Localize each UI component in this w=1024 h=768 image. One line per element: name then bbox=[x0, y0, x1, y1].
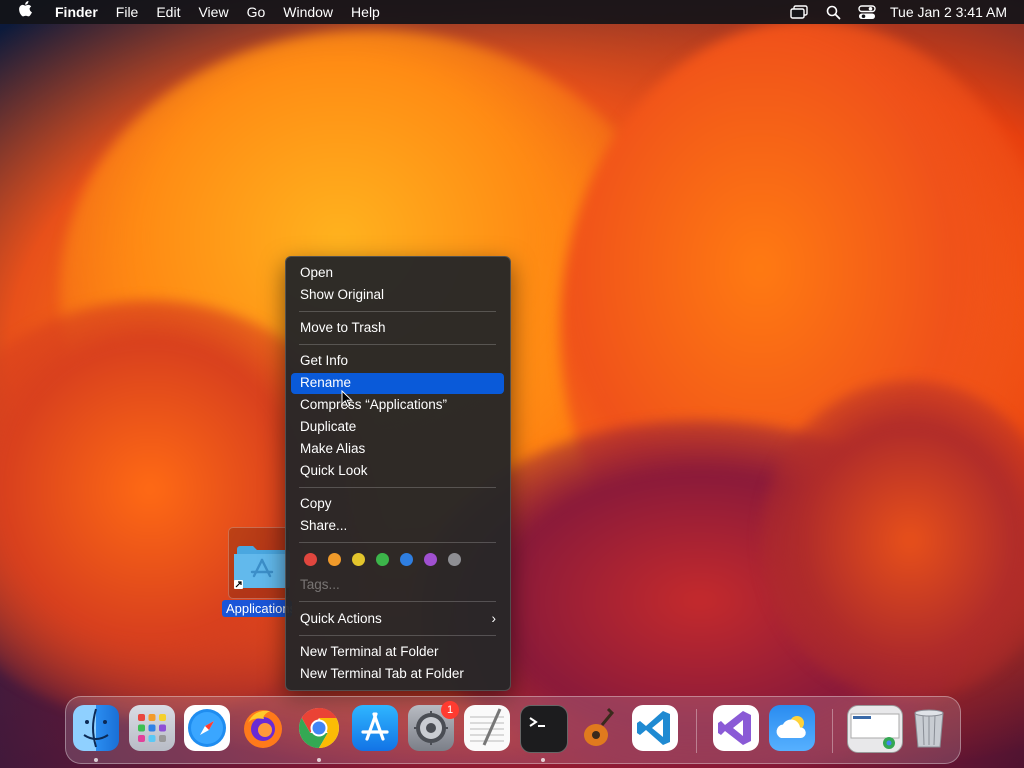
running-indicator bbox=[317, 758, 321, 762]
vscode-icon[interactable] bbox=[632, 705, 678, 751]
menu-item-share[interactable]: Share... bbox=[291, 516, 504, 537]
menu-item-open[interactable]: Open bbox=[291, 263, 504, 284]
notification-badge: 1 bbox=[441, 701, 459, 719]
file-menu[interactable]: File bbox=[107, 0, 148, 24]
weather-icon[interactable] bbox=[769, 705, 815, 751]
menu-bar: Finder File Edit View Go Window Help Tue… bbox=[0, 0, 1024, 24]
finder-icon[interactable] bbox=[73, 705, 119, 751]
menu-item-new-terminal-at-folder[interactable]: New Terminal at Folder bbox=[291, 642, 504, 663]
applications-folder-icon bbox=[234, 546, 290, 589]
terminal-icon[interactable] bbox=[520, 705, 568, 753]
menu-item-make-alias[interactable]: Make Alias bbox=[291, 439, 504, 460]
tag-yellow-dot[interactable] bbox=[352, 553, 365, 566]
menu-item-tags: Tags... bbox=[300, 577, 340, 592]
tag-purple-dot[interactable] bbox=[424, 553, 437, 566]
menu-item-quick-actions[interactable]: Quick Actions › bbox=[291, 609, 504, 630]
submenu-chevron-icon: › bbox=[491, 611, 497, 626]
safari-icon[interactable] bbox=[184, 705, 230, 751]
apple-menu-icon[interactable] bbox=[0, 0, 46, 24]
menu-item-move-to-trash[interactable]: Move to Trash bbox=[291, 318, 504, 339]
trash-icon[interactable] bbox=[906, 705, 952, 751]
launchpad-icon[interactable] bbox=[129, 705, 175, 751]
menu-separator bbox=[299, 542, 496, 543]
menu-item-get-info[interactable]: Get Info bbox=[291, 351, 504, 372]
view-menu[interactable]: View bbox=[189, 0, 237, 24]
screen-mirroring-icon[interactable] bbox=[786, 0, 812, 24]
tag-green-dot[interactable] bbox=[376, 553, 389, 566]
tag-orange-dot[interactable] bbox=[328, 553, 341, 566]
spotlight-search-icon[interactable] bbox=[820, 0, 846, 24]
tag-gray-dot[interactable] bbox=[448, 553, 461, 566]
menu-separator bbox=[299, 344, 496, 345]
tag-red-dot[interactable] bbox=[304, 553, 317, 566]
menu-item-copy[interactable]: Copy bbox=[291, 494, 504, 515]
dock-separator bbox=[832, 709, 833, 753]
firefox-icon[interactable] bbox=[240, 705, 286, 751]
minimized-window-preview[interactable] bbox=[847, 705, 903, 753]
menu-separator bbox=[299, 311, 496, 312]
menu-bar-clock[interactable]: Tue Jan 2 3:41 AM bbox=[880, 0, 1016, 24]
app-name-menu[interactable]: Finder bbox=[46, 0, 107, 24]
menu-item-duplicate[interactable]: Duplicate bbox=[291, 417, 504, 438]
visual-studio-icon[interactable] bbox=[713, 705, 759, 751]
menu-item-rename[interactable]: Rename bbox=[291, 373, 504, 394]
menu-item-show-original[interactable]: Show Original bbox=[291, 285, 504, 306]
menu-separator bbox=[299, 635, 496, 636]
dock-separator bbox=[696, 709, 697, 753]
garageband-icon[interactable] bbox=[576, 705, 622, 751]
desktop-wallpaper bbox=[0, 0, 1024, 768]
running-indicator bbox=[541, 758, 545, 762]
menu-separator bbox=[299, 601, 496, 602]
window-menu[interactable]: Window bbox=[274, 0, 342, 24]
tag-blue-dot[interactable] bbox=[400, 553, 413, 566]
textedit-icon[interactable] bbox=[464, 705, 510, 751]
go-menu[interactable]: Go bbox=[238, 0, 275, 24]
chrome-icon[interactable] bbox=[296, 705, 342, 751]
control-center-icon[interactable] bbox=[854, 0, 880, 24]
dock: 1 bbox=[65, 696, 961, 764]
menu-item-new-terminal-tab-at-folder[interactable]: New Terminal Tab at Folder bbox=[291, 664, 504, 685]
context-menu: Open Show Original Move to Trash Get Inf… bbox=[285, 256, 511, 691]
help-menu[interactable]: Help bbox=[342, 0, 389, 24]
running-indicator bbox=[94, 758, 98, 762]
mouse-pointer-icon bbox=[341, 390, 353, 408]
menu-item-compress[interactable]: Compress “Applications” bbox=[291, 395, 504, 416]
menu-item-quick-look[interactable]: Quick Look bbox=[291, 461, 504, 482]
edit-menu[interactable]: Edit bbox=[147, 0, 189, 24]
desktop-icon-label: Applications bbox=[222, 600, 292, 617]
menu-separator bbox=[299, 487, 496, 488]
icon-selection-box bbox=[228, 527, 290, 599]
app-store-icon[interactable] bbox=[352, 705, 398, 751]
